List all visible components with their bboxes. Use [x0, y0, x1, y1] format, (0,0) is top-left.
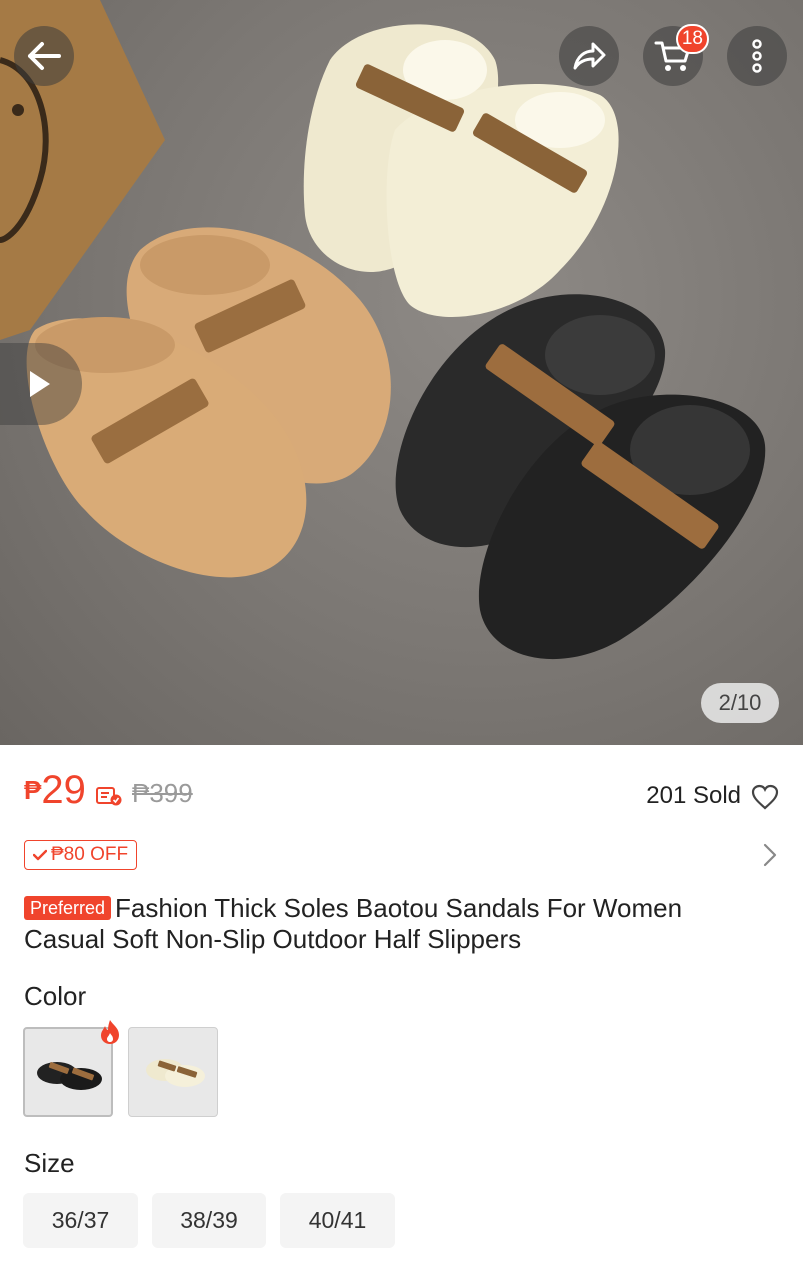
play-video-button[interactable] — [0, 343, 82, 425]
size-option-38-39[interactable]: 38/39 — [152, 1193, 266, 1248]
discount-tag-icon — [96, 787, 122, 806]
size-option-40-41[interactable]: 40/41 — [280, 1193, 395, 1248]
preferred-badge: Preferred — [24, 896, 112, 920]
product-photo — [0, 0, 766, 660]
favorite-heart-icon[interactable] — [751, 784, 779, 810]
color-option-cream[interactable] — [128, 1027, 218, 1117]
more-button[interactable] — [727, 26, 787, 86]
share-button[interactable] — [559, 26, 619, 86]
back-arrow-icon — [28, 42, 61, 70]
image-counter: 2/10 — [701, 683, 779, 723]
more-icon — [752, 39, 762, 73]
original-price: ₱399 — [132, 778, 193, 808]
chevron-right-icon[interactable] — [763, 843, 777, 867]
product-title: Preferred Fashion Thick Soles Baotou Sand… — [24, 893, 763, 955]
play-icon — [30, 371, 50, 397]
sold-count: 201 Sold — [646, 782, 741, 809]
back-button[interactable] — [14, 26, 74, 86]
cart-count-badge: 18 — [675, 24, 709, 54]
hot-flame-icon — [101, 1020, 119, 1044]
share-icon — [573, 42, 606, 70]
cream-shoe-thumbnail — [146, 1059, 205, 1087]
color-option-black[interactable] — [23, 1020, 119, 1117]
color-label: Color — [24, 981, 87, 1011]
voucher-label: ₱80 OFF — [51, 844, 129, 865]
voucher-chip[interactable]: ₱80 OFF — [24, 840, 138, 870]
size-option-36-37[interactable]: 36/37 — [23, 1193, 138, 1248]
price-row: ₱29 ₱399 201 Sold — [24, 768, 779, 818]
size-label: Size — [24, 1148, 75, 1178]
product-image-gallery[interactable]: 18 2/10 — [0, 0, 803, 745]
check-icon — [33, 849, 47, 861]
product-title-text: Fashion Thick Soles Baotou Sandals For W… — [24, 893, 683, 954]
current-price: ₱29 — [24, 768, 86, 812]
cart-button[interactable]: 18 — [643, 24, 709, 86]
